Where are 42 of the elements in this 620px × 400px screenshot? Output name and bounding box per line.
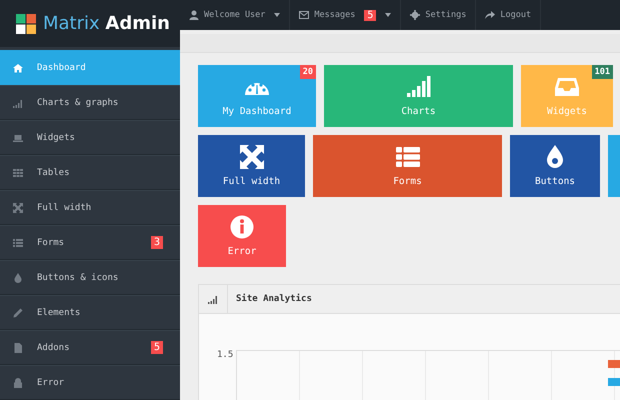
list-icon	[13, 238, 23, 248]
inbox-icon	[555, 75, 579, 99]
sidebar-item[interactable]: Addons 5	[0, 330, 180, 365]
logo-icon	[16, 14, 36, 34]
arrows-icon	[13, 202, 23, 212]
count-badge: 20	[300, 65, 316, 79]
brand-name: Matrix Admin	[43, 13, 170, 34]
user-icon	[189, 10, 199, 20]
drop-icon	[13, 272, 23, 282]
dashboard-tile[interactable]: Buttons	[510, 135, 600, 197]
count-badge: 101	[592, 65, 613, 79]
sidebar-item[interactable]: Elements	[0, 295, 180, 330]
bars-icon	[406, 75, 430, 99]
mail-icon	[299, 10, 310, 20]
gear-icon	[410, 10, 420, 20]
sidebar-item[interactable]: Charts & graphs	[0, 85, 180, 120]
grid-icon	[13, 168, 23, 178]
sidebar-item[interactable]: Tables	[0, 155, 180, 190]
laptop-icon	[13, 132, 23, 142]
sidebar-item[interactable]: Error	[0, 365, 180, 400]
sidebar-item[interactable]: Widgets	[0, 120, 180, 155]
bar-chart-icon	[208, 294, 218, 304]
dashboard-tile[interactable]: Forms	[313, 135, 502, 197]
home-icon	[13, 62, 23, 72]
lock-icon	[13, 378, 23, 388]
info-icon	[230, 215, 254, 239]
pencil-icon	[13, 308, 23, 318]
list-icon	[396, 145, 420, 169]
count-badge: 5	[364, 10, 376, 20]
arrows-icon	[240, 145, 264, 169]
sidebar-item[interactable]: Buttons & icons	[0, 260, 180, 295]
dashboard-tile[interactable]: Full width	[198, 135, 305, 197]
panel-title: Site Analytics	[236, 294, 312, 304]
axis-label: 1.5	[217, 350, 234, 360]
logout-icon	[485, 10, 496, 20]
file-icon	[13, 342, 23, 352]
sidebar-item[interactable]: Full width	[0, 190, 180, 225]
dashboard-tile[interactable]: Widgets 101	[521, 65, 613, 127]
sidebar-item[interactable]: Forms 3	[0, 225, 180, 260]
count-badge: 3	[150, 236, 163, 249]
count-badge: 5	[150, 341, 163, 354]
bars-icon	[13, 98, 23, 108]
